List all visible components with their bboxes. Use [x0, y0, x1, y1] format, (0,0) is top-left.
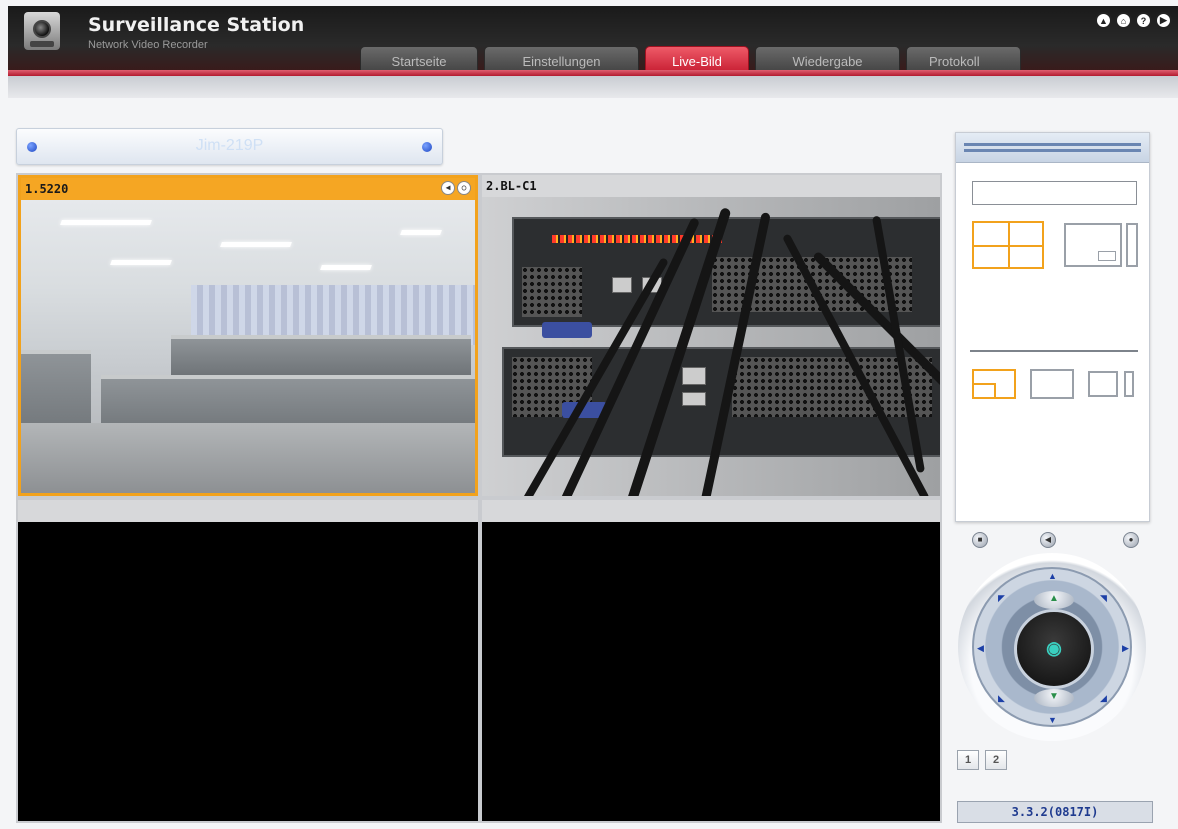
camera-selector-field[interactable] [972, 181, 1137, 205]
panel-divider [970, 350, 1138, 352]
layout-2x2-icon[interactable] [972, 221, 1044, 269]
camera-feed-servers [482, 197, 940, 496]
pan-right-arrow-icon[interactable]: ▶ [1122, 643, 1129, 654]
camera-title-bar: 1.5220 ◀ ○ [21, 178, 475, 200]
zoom-in-icon[interactable]: ▲ [1034, 591, 1074, 609]
server-selector[interactable]: Jim-219P [16, 128, 443, 165]
pan-view-icon[interactable] [972, 369, 1016, 399]
camera-view-2[interactable]: 2.BL-C1 [482, 175, 940, 496]
next-server-icon[interactable] [422, 142, 432, 152]
fullscreen-icon[interactable] [1030, 369, 1074, 399]
app-title: Surveillance Station [88, 14, 305, 36]
snapshot-icon[interactable]: ■ [972, 532, 988, 548]
camera-view-3[interactable] [18, 500, 478, 821]
camera-title-bar [18, 500, 478, 522]
camera-label: 2.BL-C1 [486, 179, 537, 193]
pan-left-arrow-icon[interactable]: ◀ [977, 643, 984, 654]
header-subbar [8, 76, 1178, 98]
pan-down-right-arrow-icon[interactable]: ◢ [1100, 693, 1107, 704]
version-label: 3.3.2(0817I) [957, 801, 1153, 823]
ptz-home-button[interactable]: ◉ [1014, 609, 1094, 689]
home-icon[interactable]: ⌂ [1115, 12, 1132, 29]
ptz-center-icon: ◉ [1046, 638, 1062, 658]
pan-up-left-arrow-icon[interactable]: ◤ [998, 593, 1005, 604]
layout-panel [955, 132, 1150, 522]
zoom-out-icon[interactable]: ▼ [1034, 689, 1074, 707]
layout-more-icon[interactable] [1126, 223, 1138, 267]
ptz-joystick[interactable]: ▲ ▼ ◀ ▶ ◤ ◥ ◣ ◢ ▲ ◉ ▼ [958, 553, 1146, 741]
zoom-icon[interactable]: ○ [457, 181, 471, 195]
page-selector: 1 2 [957, 750, 1007, 770]
camera-title-bar [482, 500, 940, 522]
page-button-2[interactable]: 2 [985, 750, 1007, 770]
server-name: Jim-219P [195, 137, 264, 154]
camera-label: 1.5220 [25, 182, 69, 196]
camera-logo-icon [24, 12, 60, 50]
top-icon-group: ▲ ⌂ ? ▶ [1095, 12, 1172, 29]
app-subtitle: Network Video Recorder [88, 39, 208, 51]
record-icon[interactable]: ● [1123, 532, 1139, 548]
next-icon[interactable]: ▶ [1155, 12, 1172, 29]
up-circle-icon[interactable]: ▲ [1095, 12, 1112, 29]
pan-up-arrow-icon[interactable]: ▲ [1048, 571, 1057, 581]
pan-down-left-arrow-icon[interactable]: ◣ [998, 693, 1005, 704]
sound-icon[interactable]: ◀ [1040, 532, 1056, 548]
layout-single-icon[interactable] [1064, 223, 1122, 267]
pan-up-right-arrow-icon[interactable]: ◥ [1100, 593, 1107, 604]
help-icon[interactable]: ? [1135, 12, 1152, 29]
window-layout-more-icon[interactable] [1124, 371, 1134, 397]
camera-view-4[interactable] [482, 500, 940, 821]
camera-feed-office [21, 200, 475, 493]
ptz-toolbar: ■ ◀ ● [968, 530, 1148, 550]
header-bar: Surveillance Station Network Video Recor… [8, 6, 1178, 76]
video-grid: 1.5220 ◀ ○ 2.BL-C1 [16, 173, 942, 823]
ptz-direction-ring[interactable]: ▲ ▼ ◀ ▶ ◤ ◥ ◣ ◢ ▲ ◉ ▼ [972, 567, 1132, 727]
panel-header [956, 133, 1149, 163]
window-layout-icon[interactable] [1088, 371, 1118, 397]
camera-title-bar: 2.BL-C1 [482, 175, 940, 197]
audio-icon[interactable]: ◀ [441, 181, 455, 195]
page-button-1[interactable]: 1 [957, 750, 979, 770]
camera-view-1[interactable]: 1.5220 ◀ ○ [18, 175, 478, 496]
pan-down-arrow-icon[interactable]: ▼ [1048, 715, 1057, 725]
